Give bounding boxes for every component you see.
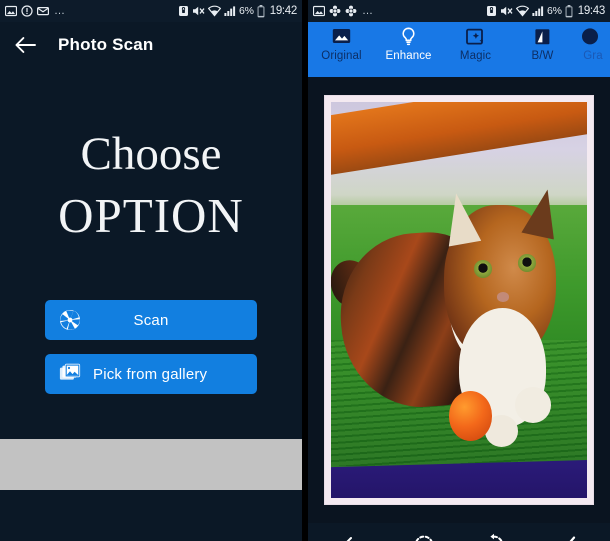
editor-bottom-bar xyxy=(308,523,610,541)
cat-nose xyxy=(497,292,509,302)
status-overflow-dots: … xyxy=(54,5,66,17)
status-bar-system-icons: 6% 19:43 xyxy=(486,4,606,18)
editor-back-button[interactable] xyxy=(341,535,367,541)
image-icon xyxy=(313,5,325,17)
sync-icon xyxy=(345,5,357,17)
battery-icon xyxy=(565,4,573,18)
sync-icon xyxy=(329,5,341,17)
mail-icon xyxy=(37,5,49,17)
tab-enhance-label: Enhance xyxy=(385,50,432,62)
back-button[interactable] xyxy=(14,36,36,54)
magic-sparkle-icon xyxy=(466,26,485,47)
photo-preview-canvas xyxy=(308,77,610,523)
status-bar-notification-icons: … xyxy=(313,5,486,17)
left-status-bar: … 6% 19:42 xyxy=(0,0,302,22)
battery-percent-label: 6% xyxy=(238,5,254,17)
tab-grayscale-label: Gra xyxy=(583,50,603,62)
dual-screenshot-container: … 6% 19:42 Photo Scan Choose OPTION Scan… xyxy=(0,0,610,541)
tab-original-label: Original xyxy=(321,50,362,62)
bottom-gray-strip xyxy=(0,439,302,490)
scan-button[interactable]: Scan xyxy=(45,300,257,340)
rotate-left-button[interactable] xyxy=(412,533,436,541)
status-bar-notification-icons: … xyxy=(5,5,178,17)
headline-line-1: Choose xyxy=(80,128,222,180)
cat-paw-right xyxy=(515,387,552,423)
cat-eye-right xyxy=(517,254,536,272)
vpn-lock-icon xyxy=(178,5,189,17)
choose-option-body: Choose OPTION Scan Pick from gallery xyxy=(0,68,302,490)
status-bar-system-icons: 6% 19:42 xyxy=(178,4,298,18)
rotate-right-button[interactable] xyxy=(482,533,506,541)
image-icon xyxy=(332,26,351,47)
status-clock: 19:43 xyxy=(577,5,606,17)
alert-icon xyxy=(21,5,33,17)
page-title: Photo Scan xyxy=(58,35,154,54)
confirm-button[interactable] xyxy=(551,534,577,541)
wifi-icon xyxy=(515,5,529,17)
tab-bw-label: B/W xyxy=(531,50,554,62)
camera-aperture-icon xyxy=(59,309,81,331)
filter-tab-bar: Original Enhance Magic B/W Gra xyxy=(308,22,610,77)
cat-eye-left xyxy=(474,260,493,278)
status-clock: 19:42 xyxy=(269,5,298,17)
scanned-photo-preview[interactable] xyxy=(331,102,587,498)
headline: Choose OPTION xyxy=(58,128,244,244)
headline-line-2: OPTION xyxy=(58,188,244,243)
right-phone-screen: … 6% 19:43 Original Enhance Magic B/W Gr… xyxy=(308,0,610,541)
photo-library-icon xyxy=(59,363,81,385)
grayscale-circle-icon xyxy=(582,26,604,47)
tab-enhance[interactable]: Enhance xyxy=(375,26,442,62)
tab-grayscale[interactable]: Gra xyxy=(576,26,610,62)
battery-icon xyxy=(257,4,265,18)
signal-icon xyxy=(532,5,544,17)
left-app-bar: Photo Scan xyxy=(0,22,302,68)
lightbulb-icon xyxy=(399,26,418,47)
tab-original[interactable]: Original xyxy=(308,26,375,62)
image-icon xyxy=(5,5,17,17)
tab-magic-label: Magic xyxy=(459,50,492,62)
pick-from-gallery-button[interactable]: Pick from gallery xyxy=(45,354,257,394)
wifi-icon xyxy=(207,5,221,17)
signal-icon xyxy=(224,5,236,17)
right-status-bar: … 6% 19:43 xyxy=(308,0,610,22)
orange-ball xyxy=(448,391,493,441)
bw-triangle-icon xyxy=(533,26,552,47)
left-phone-screen: … 6% 19:42 Photo Scan Choose OPTION Scan… xyxy=(0,0,302,541)
tab-magic[interactable]: Magic xyxy=(442,26,509,62)
tab-bw[interactable]: B/W xyxy=(509,26,576,62)
mute-icon xyxy=(192,5,205,17)
status-overflow-dots: … xyxy=(362,5,374,17)
mute-icon xyxy=(500,5,513,17)
battery-percent-label: 6% xyxy=(546,5,562,17)
photo-frame[interactable] xyxy=(325,96,593,504)
vpn-lock-icon xyxy=(486,5,497,17)
